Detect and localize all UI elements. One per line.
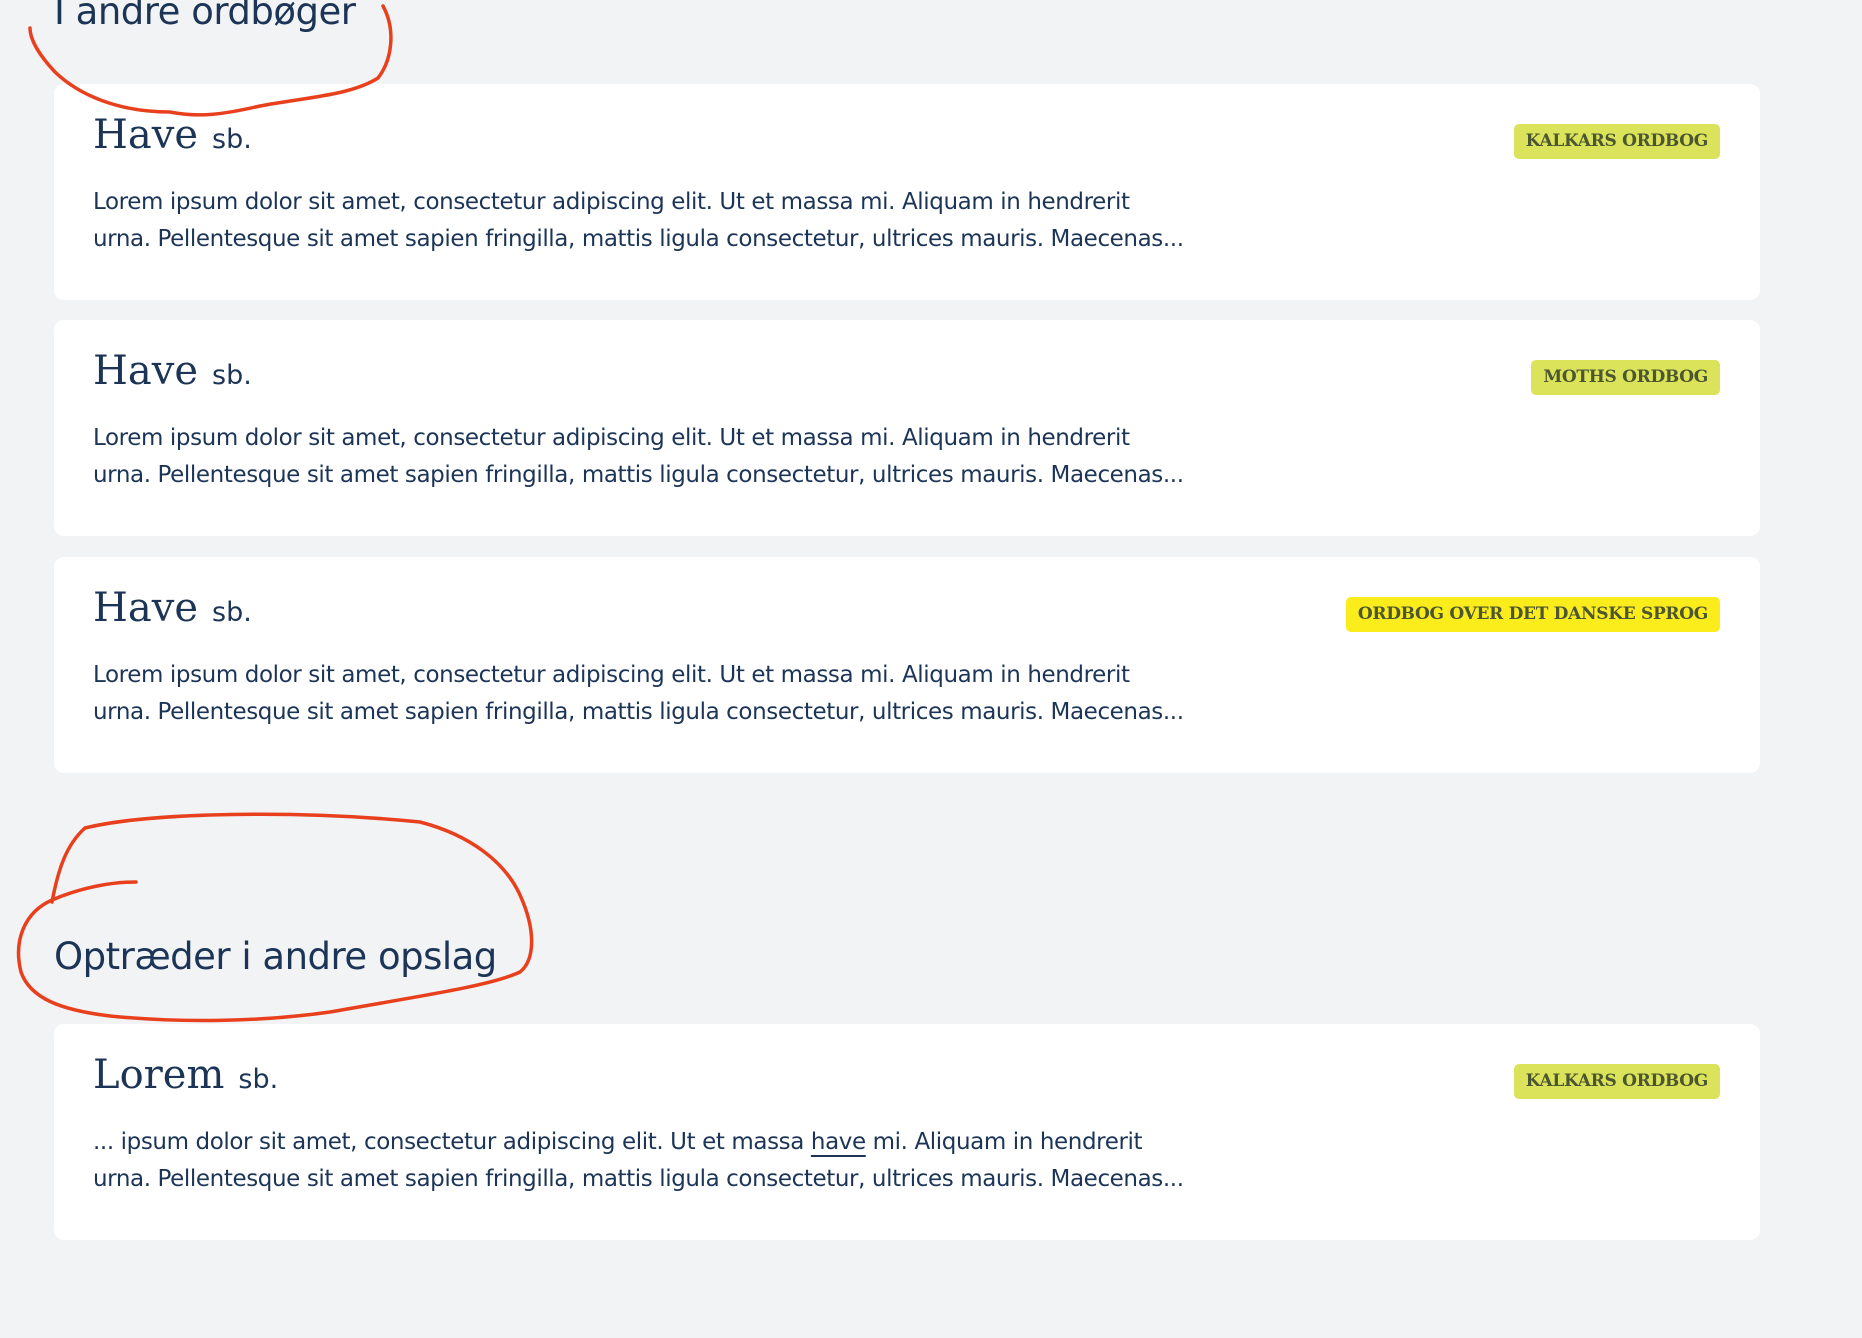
excerpt-line: ... ipsum dolor sit amet, consectetur ad… [93,1124,1273,1161]
entry-excerpt: Lorem ipsum dolor sit amet, consectetur … [93,184,1273,258]
entry-word-class: sb. [212,124,252,155]
section-heading-other-dictionaries: I andre ordbøger [54,0,356,33]
entry-word-class: sb. [212,360,252,391]
entry-headword[interactable]: Have [93,348,198,394]
excerpt-line: Lorem ipsum dolor sit amet, consectetur … [93,189,1130,215]
excerpt-line: urna. Pellentesque sit amet sapien fring… [93,699,1184,725]
excerpt-line: Lorem ipsum dolor sit amet, consectetur … [93,425,1130,451]
entry-title: Have sb. [93,348,252,394]
excerpt-line: urna. Pellentesque sit amet sapien fring… [93,462,1184,488]
entry-title: Lorem sb. [93,1052,278,1098]
excerpt-line: urna. Pellentesque sit amet sapien fring… [93,226,1184,252]
annotation-circle-second-heading [16,812,534,1023]
dictionary-entry-card[interactable]: Lorem sb. KALKARS ORDBOG ... ipsum dolor … [54,1024,1760,1240]
entry-headword[interactable]: Have [93,112,198,158]
excerpt-line: urna. Pellentesque sit amet sapien fring… [93,1166,1184,1192]
entry-excerpt: Lorem ipsum dolor sit amet, consectetur … [93,657,1273,731]
section-heading-appears-in-other-entries: Optræder i andre opslag [54,935,497,978]
dictionary-entry-card[interactable]: Have sb. MOTHS ORDBOG Lorem ipsum dolor s… [54,320,1760,536]
entry-excerpt: ... ipsum dolor sit amet, consectetur ad… [93,1124,1273,1198]
highlighted-search-term: have [810,1129,866,1155]
dictionary-entry-card[interactable]: Have sb. KALKARS ORDBOG Lorem ipsum dolor… [54,84,1760,300]
source-badge: MOTHS ORDBOG [1531,360,1720,395]
entry-word-class: sb. [238,1064,279,1095]
entry-excerpt: Lorem ipsum dolor sit amet, consectetur … [93,420,1273,494]
entry-title: Have sb. [93,112,252,158]
excerpt-text: ... ipsum dolor sit amet, consectetur ad… [93,1129,804,1155]
excerpt-line: Lorem ipsum dolor sit amet, consectetur … [93,662,1130,688]
excerpt-text: mi. Aliquam in hendrerit [872,1129,1143,1155]
entry-headword[interactable]: Lorem [93,1052,224,1098]
dictionary-entry-card[interactable]: Have sb. ORDBOG OVER DET DANSKE SPROG Lor… [54,557,1760,773]
entry-title: Have sb. [93,585,252,631]
source-badge: KALKARS ORDBOG [1513,1064,1720,1099]
source-badge: KALKARS ORDBOG [1513,124,1720,159]
entry-word-class: sb. [212,597,252,628]
source-badge: ORDBOG OVER DET DANSKE SPROG [1345,597,1720,632]
entry-headword[interactable]: Have [93,585,198,631]
